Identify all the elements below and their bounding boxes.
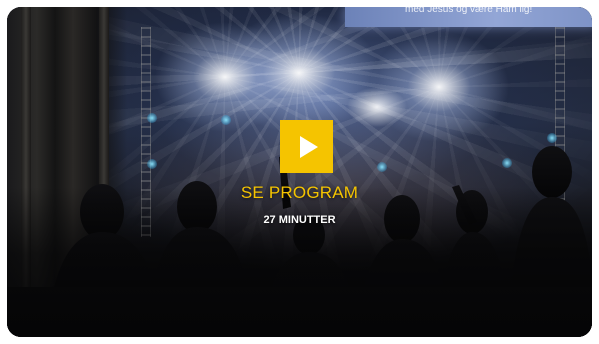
stage-light [377, 162, 387, 172]
bottom-gradient [7, 187, 592, 337]
stage-light [221, 115, 231, 125]
lyrics-screen: med Jesus og være Ham lig! [345, 7, 592, 27]
stage-light [547, 133, 557, 143]
play-button[interactable] [280, 120, 333, 173]
stage-light [147, 159, 157, 169]
lyrics-screen-text: med Jesus og være Ham lig! [405, 7, 533, 15]
stage-light [502, 158, 512, 168]
duration-label: 27 MINUTTER [263, 214, 336, 226]
play-icon [299, 135, 318, 158]
watch-program-label[interactable]: SE PROGRAM [7, 183, 592, 203]
video-thumbnail-card[interactable]: med Jesus og være Ham lig! SE PROGRAM 27… [7, 7, 592, 337]
stage-light [147, 113, 157, 123]
